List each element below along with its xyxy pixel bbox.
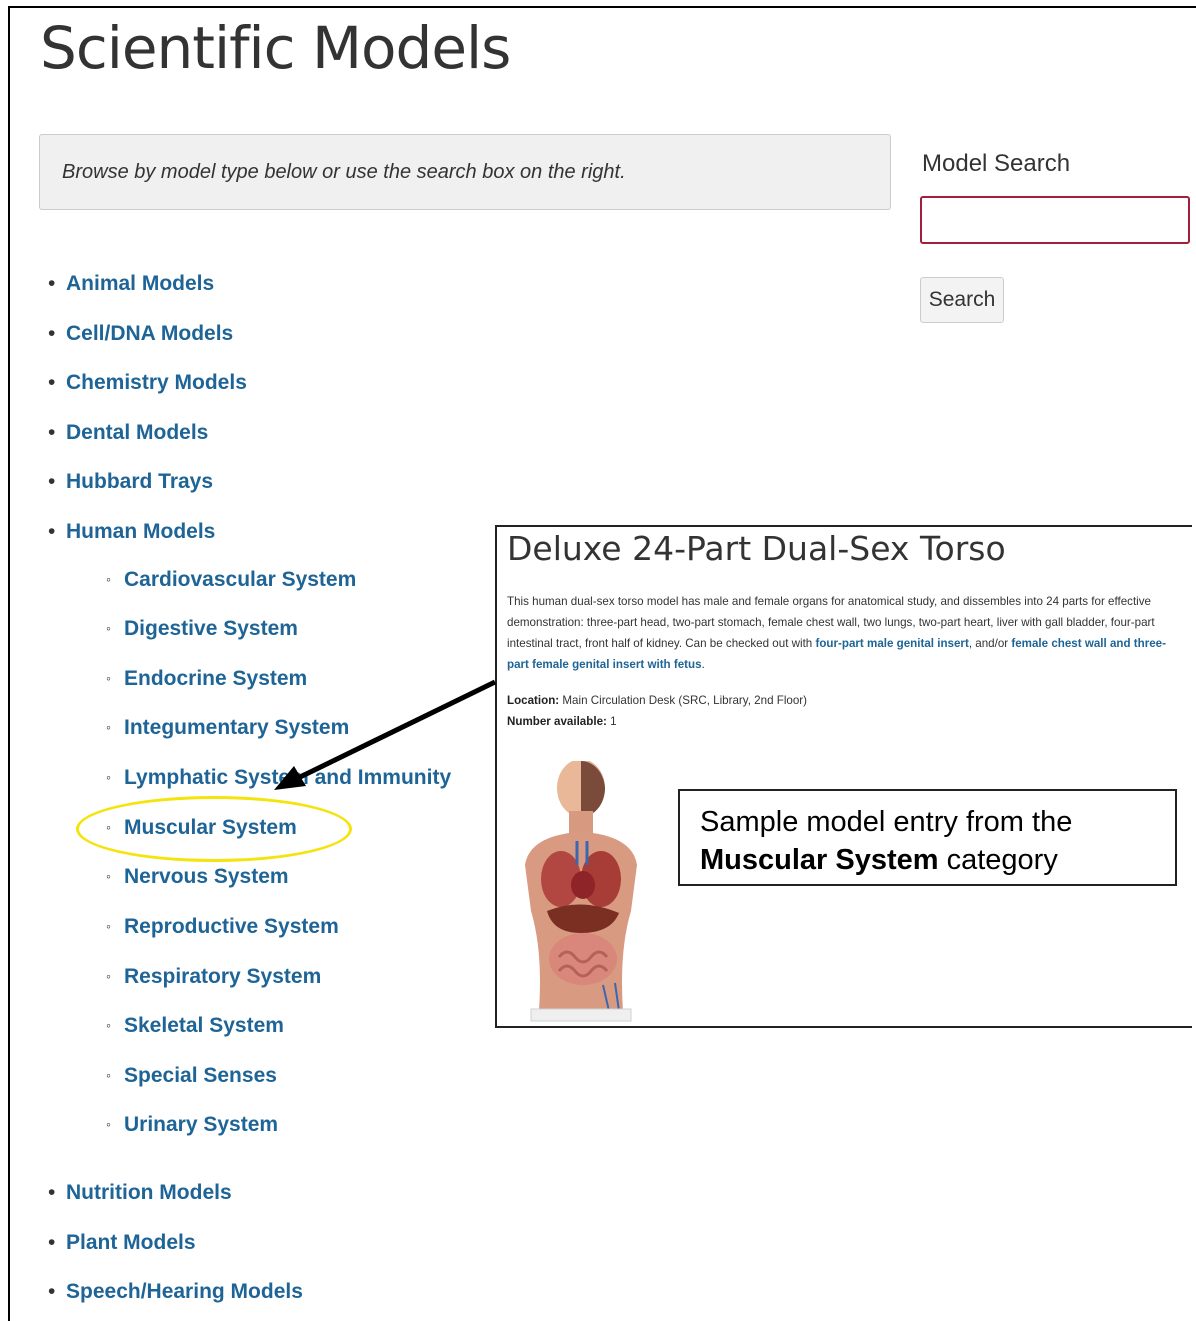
category-link-cell-dna-models[interactable]: Cell/DNA Models [66,322,233,345]
subcategory-link-reproductive[interactable]: Reproductive System [124,915,339,938]
location-value: Main Circulation Desk (SRC, Library, 2nd… [559,694,808,707]
callout-prefix: Sample model entry from the [700,806,1073,838]
subcategory-item: ◦ Special Senses [106,1062,277,1089]
bullet: • [48,421,56,444]
entry-description-end: . [701,658,705,671]
subcategory-link-digestive[interactable]: Digestive System [124,617,298,640]
search-button[interactable]: Search [920,277,1004,323]
frame-left-border [8,6,10,1321]
subcategory-link-skeletal[interactable]: Skeletal System [124,1014,284,1037]
subcategory-link-cardiovascular[interactable]: Cardiovascular System [124,568,356,591]
bullet: ◦ [106,1017,111,1033]
category-link-nutrition-models[interactable]: Nutrition Models [66,1181,232,1204]
bullet: • [48,272,56,295]
subcategory-link-respiratory[interactable]: Respiratory System [124,965,321,988]
category-link-speech-hearing-models[interactable]: Speech/Hearing Models [66,1280,303,1303]
number-value: 1 [606,715,617,728]
category-item: • Human Models [48,519,215,545]
category-link-animal-models[interactable]: Animal Models [66,272,214,295]
category-item: • Speech/Hearing Models [48,1279,303,1305]
subcategory-item: ◦ Lymphatic System and Immunity [106,764,451,791]
entry-number-available: Number available: 1 [507,715,617,728]
category-link-human-models[interactable]: Human Models [66,520,215,543]
callout-bold: Muscular System [700,844,939,876]
category-item: • Cell/DNA Models [48,321,233,347]
category-link-plant-models[interactable]: Plant Models [66,1231,196,1254]
bullet: • [48,1231,56,1254]
sample-entry-panel: Deluxe 24-Part Dual-Sex Torso This human… [495,525,1192,1028]
bullet: • [48,371,56,394]
category-link-hubbard-trays[interactable]: Hubbard Trays [66,470,213,493]
bullet: • [48,470,56,493]
entry-title: Deluxe 24-Part Dual-Sex Torso [507,529,1006,568]
location-label: Location: [507,694,560,707]
category-item: • Nutrition Models [48,1180,232,1206]
bullet: • [48,1181,56,1204]
bullet: ◦ [106,918,111,934]
subcategory-link-endocrine[interactable]: Endocrine System [124,667,307,690]
subcategory-item: ◦ Skeletal System [106,1012,284,1039]
bullet: ◦ [106,719,111,735]
page-title: Scientific Models [40,14,511,82]
subcategory-link-nervous[interactable]: Nervous System [124,865,289,888]
subcategory-item: ◦ Respiratory System [106,963,321,990]
subcategory-item: ◦ Digestive System [106,615,298,642]
bullet: ◦ [106,1116,111,1132]
bullet: ◦ [106,868,111,884]
bullet: • [48,520,56,543]
bullet: ◦ [106,769,111,785]
entry-description: This human dual-sex torso model has male… [507,591,1187,675]
frame-top-border [8,6,1196,8]
subcategory-item: ◦ Cardiovascular System [106,566,356,593]
subcategory-item: ◦ Endocrine System [106,665,307,692]
bullet: • [48,322,56,345]
search-label: Model Search [922,150,1071,177]
male-genital-insert-link[interactable]: four-part male genital insert [815,637,968,650]
bullet: • [48,1280,56,1303]
category-item: • Chemistry Models [48,370,247,396]
bullet: ◦ [106,1067,111,1083]
bullet: ◦ [106,571,111,587]
highlight-ellipse [76,796,352,862]
entry-location: Location: Main Circulation Desk (SRC, Li… [507,694,807,707]
bullet: ◦ [106,670,111,686]
browse-instructions-text: Browse by model type below or use the se… [62,161,626,183]
subcategory-item: ◦ Nervous System [106,863,289,890]
category-item: • Hubbard Trays [48,469,213,495]
torso-model-image [525,761,637,1022]
category-link-dental-models[interactable]: Dental Models [66,421,208,444]
number-label: Number available: [507,715,607,728]
bullet: ◦ [106,968,111,984]
subcategory-link-urinary[interactable]: Urinary System [124,1113,278,1136]
subcategory-item: ◦ Integumentary System [106,714,349,741]
category-item: • Animal Models [48,271,214,297]
category-item: • Dental Models [48,420,208,446]
search-input[interactable] [920,196,1190,244]
callout-box: Sample model entry from the Muscular Syst… [678,789,1177,886]
subcategory-link-lymphatic[interactable]: Lymphatic System and Immunity [124,766,451,789]
category-link-chemistry-models[interactable]: Chemistry Models [66,371,247,394]
entry-description-between: , and/or [968,637,1012,650]
bullet: ◦ [106,620,111,636]
subcategory-link-special-senses[interactable]: Special Senses [124,1064,277,1087]
browse-instructions-box: Browse by model type below or use the se… [39,134,891,210]
subcategory-item: ◦ Urinary System [106,1111,278,1138]
subcategory-link-integumentary[interactable]: Integumentary System [124,716,349,739]
subcategory-item: ◦ Reproductive System [106,913,339,940]
category-item: • Plant Models [48,1230,196,1256]
callout-suffix: category [938,844,1058,876]
